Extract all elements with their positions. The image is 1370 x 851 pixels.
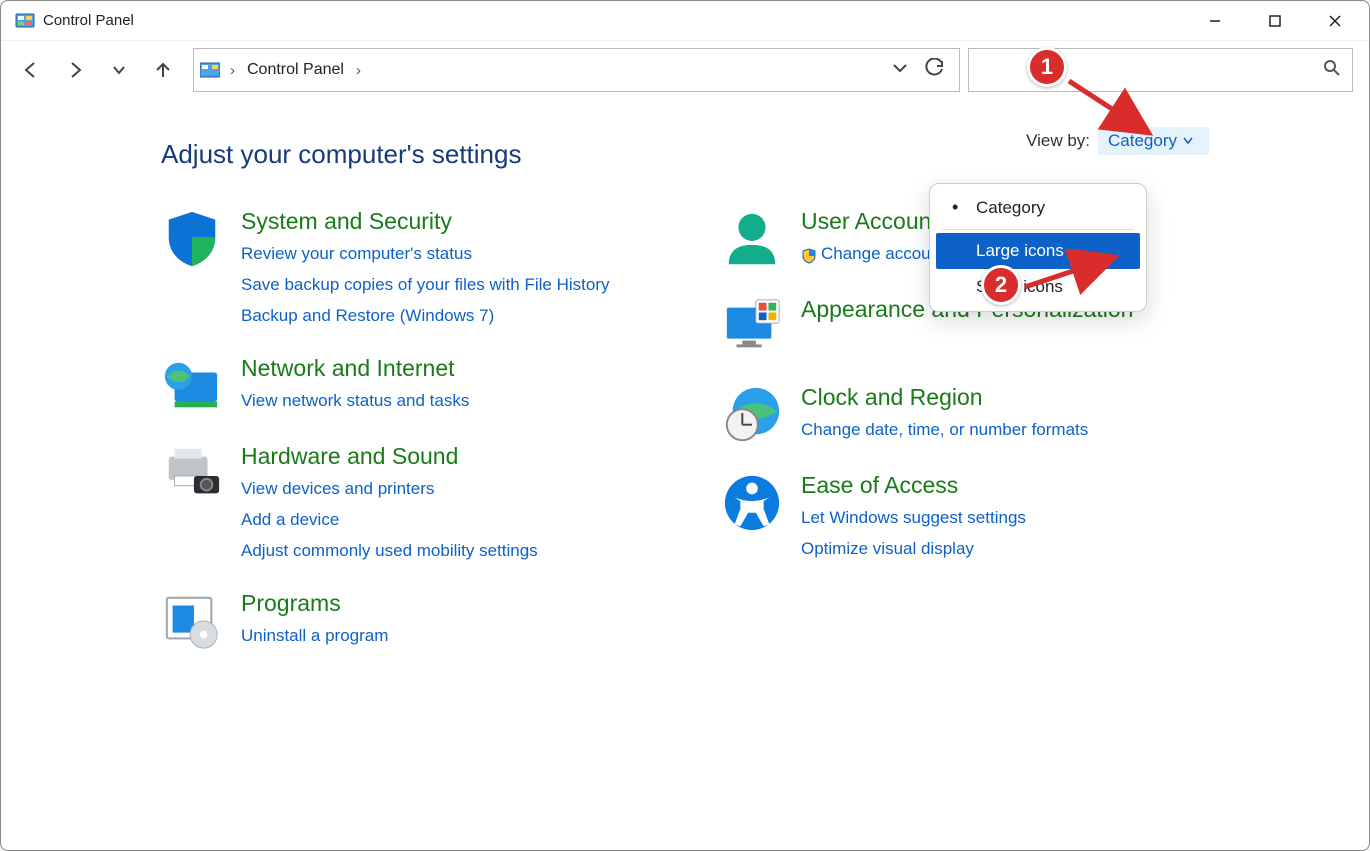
address-dropdown-icon[interactable] xyxy=(891,59,909,82)
category-link[interactable]: Review your computer's status xyxy=(241,240,610,267)
breadcrumb-separator-icon[interactable]: › xyxy=(352,62,365,79)
chevron-down-icon xyxy=(1183,137,1193,145)
shield-icon xyxy=(161,208,223,270)
accessibility-icon xyxy=(721,472,783,534)
user-icon xyxy=(721,208,783,270)
window-title: Control Panel xyxy=(43,12,134,29)
control-panel-icon xyxy=(15,11,35,31)
category-hardware-sound: Hardware and Sound View devices and prin… xyxy=(161,443,661,564)
address-bar[interactable]: › Control Panel › xyxy=(193,48,960,92)
maximize-button[interactable] xyxy=(1245,1,1305,41)
category-link[interactable]: Optimize visual display xyxy=(801,535,1026,562)
category-link[interactable]: Add a device xyxy=(241,506,538,533)
category-title[interactable]: Network and Internet xyxy=(241,355,469,383)
globe-monitor-icon xyxy=(161,355,223,417)
category-title[interactable]: Programs xyxy=(241,590,388,618)
globe-clock-icon xyxy=(721,384,783,446)
left-column: System and Security Review your computer… xyxy=(161,208,661,652)
category-title[interactable]: Clock and Region xyxy=(801,384,1088,412)
uac-shield-icon xyxy=(801,245,817,261)
titlebar: Control Panel xyxy=(1,1,1369,41)
menu-separator xyxy=(942,229,1134,230)
recent-locations-button[interactable] xyxy=(97,48,141,92)
control-panel-small-icon xyxy=(200,62,220,78)
category-link[interactable]: Save backup copies of your files with Fi… xyxy=(241,271,610,298)
category-link[interactable]: Adjust commonly used mobility settings xyxy=(241,537,538,564)
up-button[interactable] xyxy=(141,48,185,92)
refresh-button[interactable] xyxy=(925,58,945,83)
annotation-badge-1: 1 xyxy=(1027,47,1067,87)
category-columns: System and Security Review your computer… xyxy=(161,208,1339,652)
search-icon xyxy=(1322,58,1342,83)
category-link[interactable]: Backup and Restore (Windows 7) xyxy=(241,302,610,329)
category-link[interactable]: Uninstall a program xyxy=(241,622,388,649)
annotation-arrow-1 xyxy=(1061,73,1171,153)
monitor-apps-icon xyxy=(721,296,783,358)
category-title[interactable]: Hardware and Sound xyxy=(241,443,538,471)
category-ease-access: Ease of Access Let Windows suggest setti… xyxy=(721,472,1221,562)
category-title[interactable]: Ease of Access xyxy=(801,472,1026,500)
window: Control Panel › Control Panel › xyxy=(0,0,1370,851)
category-programs: Programs Uninstall a program xyxy=(161,590,661,652)
content-area: Adjust your computer's settings View by:… xyxy=(1,99,1369,682)
annotation-badge-2: 2 xyxy=(981,265,1021,305)
category-title[interactable]: System and Security xyxy=(241,208,610,236)
category-network-internet: Network and Internet View network status… xyxy=(161,355,661,417)
category-clock-region: Clock and Region Change date, time, or n… xyxy=(721,384,1221,446)
back-button[interactable] xyxy=(9,48,53,92)
window-controls xyxy=(1185,1,1365,41)
category-link[interactable]: Let Windows suggest settings xyxy=(801,504,1026,531)
menu-item-category[interactable]: Category xyxy=(936,190,1140,226)
category-system-security: System and Security Review your computer… xyxy=(161,208,661,329)
printer-camera-icon xyxy=(161,443,223,505)
annotation-arrow-2 xyxy=(1019,249,1129,299)
programs-icon xyxy=(161,590,223,652)
category-link[interactable]: View devices and printers xyxy=(241,475,538,502)
category-link[interactable]: Change date, time, or number formats xyxy=(801,416,1088,443)
forward-button[interactable] xyxy=(53,48,97,92)
close-button[interactable] xyxy=(1305,1,1365,41)
minimize-button[interactable] xyxy=(1185,1,1245,41)
breadcrumb-separator-icon[interactable]: › xyxy=(226,62,239,79)
category-link[interactable]: View network status and tasks xyxy=(241,387,469,414)
breadcrumb-location[interactable]: Control Panel xyxy=(245,61,346,79)
